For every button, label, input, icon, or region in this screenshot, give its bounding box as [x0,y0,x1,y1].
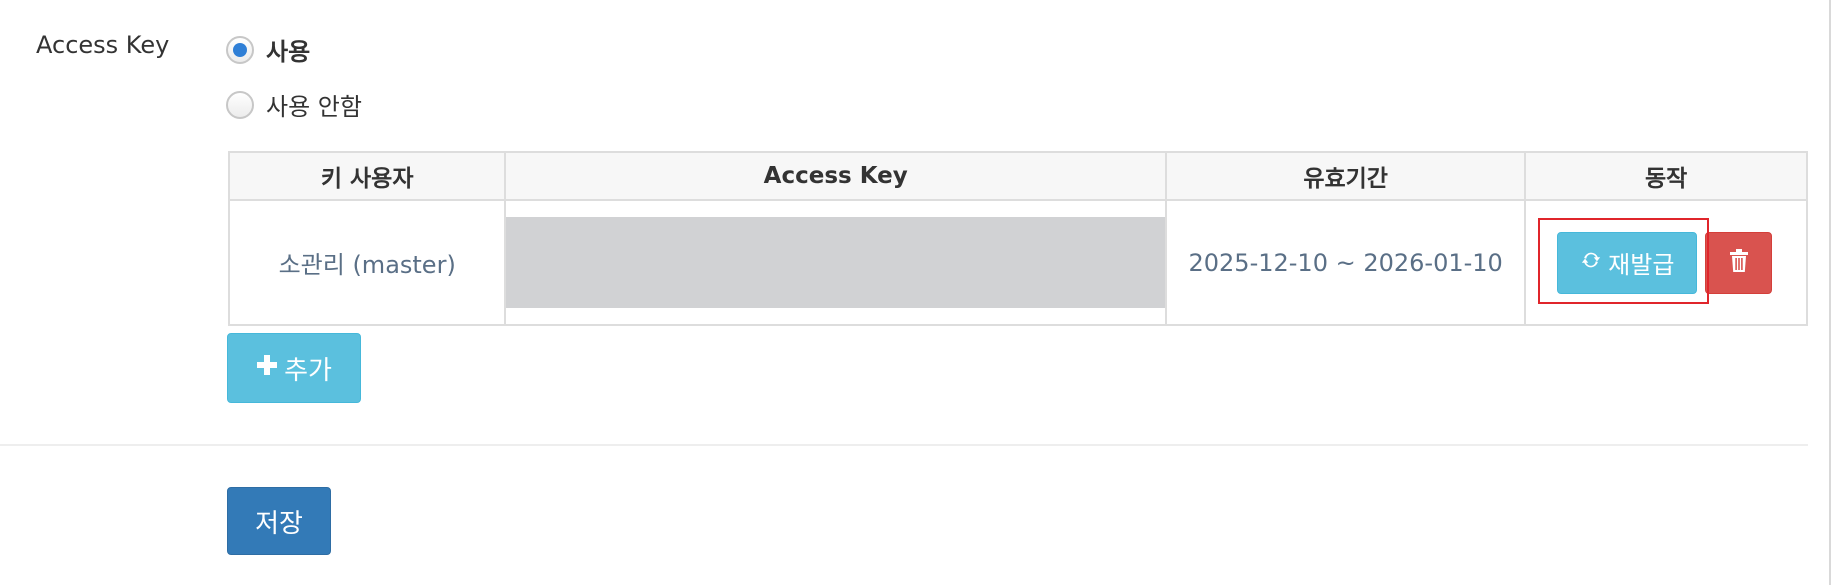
add-button-label: 추가 [284,355,332,386]
save-button[interactable]: 저장 [227,487,331,555]
header-key-user: 키 사용자 [227,151,507,201]
header-access-key: Access Key [504,151,1168,201]
table-header-row: 키 사용자 Access Key 유효기간 동작 [227,151,1808,201]
usage-disabled-option[interactable]: 사용 안함 [226,87,362,122]
action-buttons: 재발급 [1526,217,1806,304]
trash-icon [1729,248,1749,277]
usage-enabled-option[interactable]: 사용 [226,32,310,67]
usage-disabled-label: 사용 안함 [266,93,362,121]
access-key-settings-page: Access Key 사용 사용 안함 키 사용자 Access Key 유효기… [0,0,1837,585]
page-edge-scrollbar[interactable] [1829,0,1831,585]
validity-period-cell: 2025-12-10 ~ 2026-01-10 [1165,199,1527,326]
access-key-table: 키 사용자 Access Key 유효기간 동작 소관리 (master) 20… [227,151,1808,326]
access-key-cell [504,199,1168,326]
key-user-cell: 소관리 (master) [227,199,507,326]
header-action: 동작 [1524,151,1808,201]
reissue-button[interactable]: 재발급 [1557,231,1698,294]
refresh-icon [1580,249,1602,277]
delete-button[interactable] [1705,231,1773,294]
reissue-button-label: 재발급 [1608,251,1675,279]
section-divider [0,444,1808,446]
access-key-field-label: Access Key [36,31,170,59]
add-button[interactable]: 추가 [227,333,361,403]
plus-icon [256,353,278,383]
action-cell: 재발급 [1524,199,1808,326]
masked-access-key [506,217,1166,308]
usage-enabled-radio[interactable] [226,35,254,64]
usage-enabled-label: 사용 [266,38,311,66]
header-validity-period: 유효기간 [1165,151,1527,201]
table-row: 소관리 (master) 2025-12-10 ~ 2026-01-10 재발급 [227,199,1808,326]
usage-disabled-radio[interactable] [226,90,254,119]
